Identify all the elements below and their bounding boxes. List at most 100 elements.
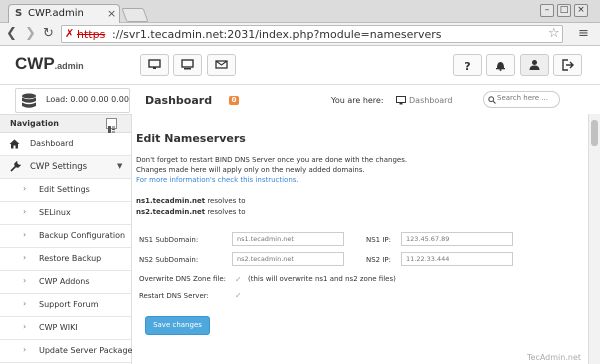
- new-tab-button[interactable]: [121, 8, 149, 22]
- search-icon: [488, 96, 496, 104]
- chevron-right-icon: ›: [23, 184, 27, 193]
- database-icon: [22, 93, 36, 108]
- home-icon: [9, 139, 20, 149]
- ns1-ip-input[interactable]: [401, 232, 513, 246]
- navigation-label: Navigation: [10, 119, 59, 128]
- browser-tab[interactable]: S CWP.admin ×: [8, 4, 120, 24]
- ns2-host: ns2.tecadmin.net: [136, 208, 206, 216]
- search-box[interactable]: [483, 91, 560, 108]
- watermark: TecAdmin.net: [527, 353, 582, 362]
- screen-button[interactable]: [173, 54, 202, 76]
- screen-icon: [181, 59, 194, 70]
- scrollbar[interactable]: [588, 114, 600, 364]
- user-button[interactable]: [520, 54, 549, 76]
- load-average: Load: 0.00 0.00 0.00: [46, 95, 129, 104]
- notice-line-1: Don't forget to restart BIND DNS Server …: [136, 156, 408, 164]
- back-icon[interactable]: ❮: [6, 26, 17, 41]
- reload-icon[interactable]: ↻: [43, 26, 54, 41]
- sidebar-item-dashboard[interactable]: Dashboard: [0, 133, 131, 156]
- sidebar-item-label: Edit Settings: [39, 185, 90, 194]
- ns1-host: ns1.tecadmin.net: [136, 197, 206, 205]
- logo[interactable]: CWP.admin: [15, 54, 84, 74]
- tab-favicon-icon: S: [15, 8, 23, 19]
- forward-icon[interactable]: ❯: [25, 26, 36, 41]
- scroll-thumb[interactable]: [591, 120, 598, 146]
- window-close-icon[interactable]: ×: [574, 4, 588, 17]
- star-icon[interactable]: ☆: [548, 26, 560, 41]
- mail-badge: 0: [229, 96, 239, 105]
- tab-title: CWP.admin: [28, 8, 84, 19]
- help-icon: ?: [464, 60, 471, 73]
- logout-icon: [562, 59, 574, 71]
- tab-close-icon[interactable]: ×: [107, 7, 116, 20]
- sidebar-toggle-icon[interactable]: [106, 118, 117, 133]
- url-bar[interactable]: ✗ https ://svr1.tecadmin.net:2031/index.…: [61, 25, 563, 43]
- app-header: CWP.admin 0 ? 0: [0, 46, 600, 105]
- ns2-resolve-line: ns2.tecadmin.net resolves to: [136, 208, 246, 216]
- sidebar-item-label: Dashboard: [30, 139, 74, 148]
- help-button[interactable]: ?: [453, 54, 482, 76]
- sidebar-item-label: Update Server Packages: [39, 346, 137, 355]
- monitor-button[interactable]: [140, 54, 169, 76]
- ns1-ip-label: NS1 IP:: [366, 236, 392, 244]
- minimize-icon[interactable]: –: [540, 4, 554, 17]
- restart-checkbox[interactable]: ✓: [235, 291, 244, 300]
- ns1-resolve-line: ns1.tecadmin.net resolves to: [136, 197, 246, 205]
- monitor-icon: [396, 96, 406, 105]
- restart-label: Restart DNS Server:: [139, 292, 209, 300]
- overwrite-label: Overwrite DNS Zone file:: [139, 275, 227, 283]
- sidebar-item-label: CWP Settings: [30, 162, 88, 172]
- resolves-text: resolves to: [207, 197, 246, 205]
- chevron-right-icon: ›: [23, 230, 27, 239]
- caret-down-icon: ▼: [117, 162, 123, 170]
- ns2-subdomain-label: NS2 SubDomain:: [139, 256, 199, 264]
- instructions-link[interactable]: For more information's check this instru…: [136, 176, 299, 184]
- chevron-right-icon: ›: [23, 207, 27, 216]
- sidebar-subitem-backup-configuration[interactable]: › Backup Configuration: [0, 225, 131, 248]
- server-load-box: Load: 0.00 0.00 0.00: [15, 88, 130, 113]
- sidebar-subitem-edit-settings[interactable]: › Edit Settings: [0, 179, 131, 202]
- logo-text: CWP: [15, 54, 55, 73]
- overwrite-checkbox[interactable]: ✓: [235, 275, 244, 284]
- sidebar-item-label: CWP Addons: [39, 277, 90, 286]
- mail-button[interactable]: [207, 54, 236, 76]
- ns1-subdomain-input[interactable]: [232, 232, 344, 246]
- save-button[interactable]: Save changes: [145, 316, 210, 335]
- mail-icon: [215, 60, 228, 69]
- lock-broken-icon[interactable]: ✗: [65, 27, 74, 40]
- sidebar-item-label: SELinux: [39, 208, 71, 217]
- sidebar-item-label: CWP WIKI: [39, 323, 78, 332]
- url-text: ://svr1.tecadmin.net:2031/index.php?modu…: [112, 28, 442, 41]
- menu-icon[interactable]: ≡: [578, 26, 589, 41]
- url-scheme: https: [77, 28, 106, 41]
- notice-line-2: Changes made here will apply only on the…: [136, 166, 365, 174]
- sidebar-subitem-cwp-wiki[interactable]: › CWP WIKI: [0, 317, 131, 340]
- search-input[interactable]: [497, 94, 557, 102]
- chevron-right-icon: ›: [23, 345, 27, 354]
- sidebar-subitem-selinux[interactable]: › SELinux: [0, 202, 131, 225]
- ns2-subdomain-input[interactable]: [232, 252, 344, 266]
- sidebar-subitem-restore-backup[interactable]: › Restore Backup: [0, 248, 131, 271]
- navigation-header: Navigation: [0, 114, 131, 133]
- chevron-right-icon: ›: [23, 276, 27, 285]
- sidebar-subitem-support-forum[interactable]: › Support Forum: [0, 294, 131, 317]
- breadcrumb[interactable]: Dashboard: [409, 96, 452, 105]
- alerts-button[interactable]: [486, 54, 515, 76]
- sidebar-subitem-update-server-packages[interactable]: › Update Server Packages: [0, 340, 137, 363]
- sidebar-item-cwp-settings[interactable]: CWP Settings ▼: [0, 156, 131, 179]
- resolves-text: resolves to: [207, 208, 246, 216]
- maximize-icon[interactable]: □: [557, 4, 571, 17]
- address-toolbar: ❮ ❯ ↻ ✗ https ://svr1.tecadmin.net:2031/…: [0, 23, 600, 46]
- wrench-icon: [10, 161, 21, 172]
- chevron-right-icon: ›: [23, 253, 27, 262]
- user-icon: [529, 60, 540, 70]
- logout-button[interactable]: [553, 54, 582, 76]
- form-title: Edit Nameservers: [136, 132, 246, 145]
- sidebar-subitem-cwp-addons[interactable]: › CWP Addons: [0, 271, 131, 294]
- logo-subtext: .admin: [54, 61, 84, 71]
- sidebar-item-label: Restore Backup: [39, 254, 102, 263]
- monitor-icon: [148, 59, 161, 69]
- chevron-right-icon: ›: [23, 322, 27, 331]
- ns2-ip-input[interactable]: [401, 252, 513, 266]
- overwrite-note: (this will overwrite ns1 and ns2 zone fi…: [248, 275, 396, 283]
